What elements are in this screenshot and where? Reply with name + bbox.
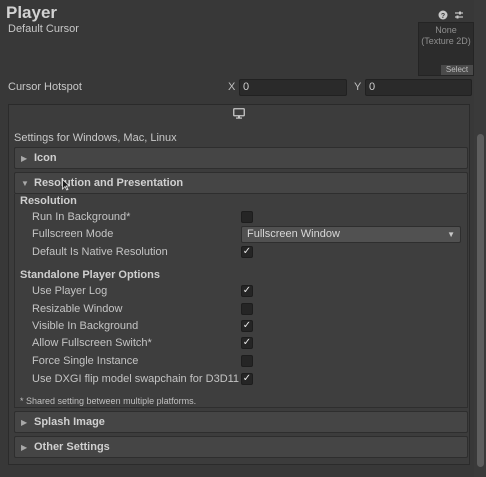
resizable-window-checkbox[interactable]: [241, 303, 253, 315]
shared-setting-note: * Shared setting between multiple platfo…: [20, 396, 197, 406]
run-in-background-checkbox[interactable]: [241, 211, 253, 223]
standalone-option-label: Allow Fullscreen Switch*: [32, 337, 152, 349]
standalone-option-label: Visible In Background: [32, 320, 139, 332]
arrow-right-icon: ▶: [21, 442, 28, 452]
hotspot-y-field[interactable]: 0: [365, 79, 472, 96]
check-icon: ✓: [242, 285, 252, 296]
svg-text:?: ?: [441, 13, 445, 20]
standalone-options-heading: Standalone Player Options: [20, 269, 160, 281]
default-cursor-label: Default Cursor: [8, 23, 79, 35]
texture-select-button[interactable]: Select: [441, 65, 473, 75]
default-native-resolution-label: Default Is Native Resolution: [32, 246, 168, 258]
foldout-splash-image[interactable]: ▶ Splash Image: [14, 411, 468, 433]
platform-tab-standalone[interactable]: [8, 105, 470, 125]
preset-icon[interactable]: [454, 10, 464, 20]
mouse-pointer-icon: [62, 178, 71, 191]
fullscreen-mode-value: Fullscreen Window: [247, 228, 340, 240]
default-native-resolution-checkbox[interactable]: ✓: [241, 246, 253, 258]
visible-in-background-checkbox[interactable]: ✓: [241, 320, 253, 332]
dropdown-arrow-icon: ▼: [447, 230, 455, 239]
fullscreen-mode-label: Fullscreen Mode: [32, 228, 114, 240]
foldout-resolution-label: Resolution and Presentation: [34, 177, 184, 189]
foldout-splash-label: Splash Image: [34, 416, 105, 428]
check-icon: ✓: [242, 337, 252, 348]
foldout-other-label: Other Settings: [34, 441, 110, 453]
hotspot-x-field[interactable]: 0: [239, 79, 347, 96]
scrollbar-thumb[interactable]: [477, 134, 484, 467]
foldout-icon-label: Icon: [34, 152, 57, 164]
monitor-icon: [233, 108, 245, 122]
arrow-right-icon: ▶: [21, 417, 28, 427]
arrow-right-icon: ▶: [21, 153, 28, 163]
fullscreen-mode-dropdown[interactable]: Fullscreen Window ▼: [241, 226, 461, 243]
standalone-option-label: Force Single Instance: [32, 355, 139, 367]
allow-fullscreen-switch-checkbox[interactable]: ✓: [241, 337, 253, 349]
resolution-heading: Resolution: [20, 195, 77, 207]
default-cursor-texture-field[interactable]: None (Texture 2D) Select: [418, 22, 474, 76]
standalone-option-label: Use DXGI flip model swapchain for D3D11: [32, 373, 240, 385]
help-icon[interactable]: ?: [438, 10, 448, 20]
use-player-log-checkbox[interactable]: ✓: [241, 285, 253, 297]
foldout-resolution-presentation[interactable]: ▼ Resolution and Presentation: [14, 172, 468, 194]
hotspot-x-label: X: [228, 81, 236, 93]
foldout-icon[interactable]: ▶ Icon: [14, 147, 468, 169]
inspector-title: Player: [6, 3, 58, 22]
check-icon: ✓: [242, 320, 252, 331]
settings-for-label: Settings for Windows, Mac, Linux: [14, 132, 177, 144]
dxgi-flip-model-checkbox[interactable]: ✓: [241, 373, 253, 385]
check-icon: ✓: [242, 373, 252, 384]
texture-type: (Texture 2D): [421, 36, 471, 46]
standalone-option-label: Resizable Window: [32, 303, 123, 315]
foldout-other-settings[interactable]: ▶ Other Settings: [14, 436, 468, 458]
check-icon: ✓: [242, 246, 252, 257]
run-in-background-label: Run In Background*: [32, 211, 131, 223]
cursor-hotspot-label: Cursor Hotspot: [8, 81, 82, 93]
standalone-option-label: Use Player Log: [32, 285, 108, 297]
hotspot-y-label: Y: [354, 81, 362, 93]
texture-value: None: [435, 25, 457, 35]
arrow-down-icon: ▼: [21, 178, 29, 188]
force-single-instance-checkbox[interactable]: [241, 355, 253, 367]
